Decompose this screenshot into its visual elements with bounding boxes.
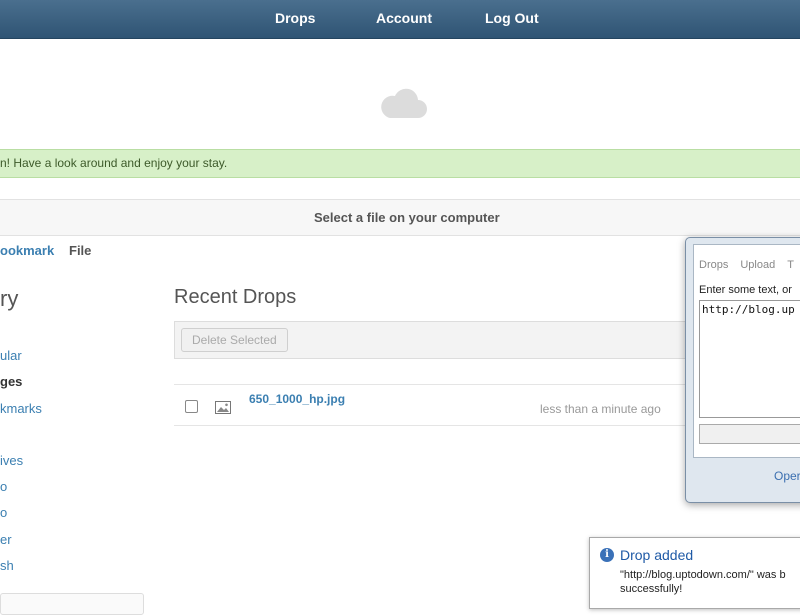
sidebar-item-video[interactable]: o <box>0 505 7 520</box>
welcome-text: n! Have a look around and enjoy your sta… <box>0 156 228 170</box>
sidebar-heading: ry <box>0 286 19 311</box>
row-checkbox[interactable] <box>185 400 198 413</box>
popup-submit-button[interactable] <box>699 424 800 444</box>
sidebar-item-images[interactable]: ges <box>0 374 22 389</box>
delete-selected-button[interactable]: Delete Selected <box>181 328 288 352</box>
table-row[interactable]: 650_1000_hp.jpg less than a minute ago <box>174 384 714 426</box>
drops-toolbar: Delete Selected <box>174 321 716 359</box>
sidebar-item-bookmarks[interactable]: kmarks <box>0 401 42 416</box>
info-icon: i <box>600 548 614 562</box>
file-select-prompt[interactable]: Select a file on your computer <box>314 210 500 225</box>
page-title: Recent Drops <box>174 286 297 308</box>
notification-title: Drop added <box>620 547 694 563</box>
tab-file[interactable]: File <box>69 243 91 258</box>
nav-account-link[interactable]: Account <box>376 10 432 26</box>
popup-tabs: Drops Upload T <box>699 259 800 271</box>
sidebar-item-archives[interactable]: ives <box>0 453 23 468</box>
image-icon <box>215 401 231 414</box>
drop-popup-window: Drops Upload T Enter some text, or Oper <box>685 237 800 503</box>
sidebar-item-popular[interactable]: ular <box>0 348 22 363</box>
drop-timestamp: less than a minute ago <box>540 402 661 416</box>
popup-text-input[interactable] <box>699 300 800 418</box>
nav-drops-link[interactable]: Drops <box>275 10 315 26</box>
popup-input-label: Enter some text, or <box>699 284 792 296</box>
cloud-icon <box>381 88 427 118</box>
drop-added-notification[interactable]: i Drop added "http://blog.uptodown.com/"… <box>589 537 800 609</box>
popup-tab-drops[interactable]: Drops <box>699 259 728 271</box>
welcome-banner: n! Have a look around and enjoy your sta… <box>0 149 800 178</box>
popup-open-link[interactable]: Oper <box>774 469 800 483</box>
popup-tab-text[interactable]: T <box>787 259 794 271</box>
popup-footer: Oper <box>686 460 800 500</box>
popup-tab-upload[interactable]: Upload <box>740 259 775 271</box>
notification-message: "http://blog.uptodown.com/" was b succes… <box>620 569 786 595</box>
top-navigation: Drops Account Log Out <box>0 0 800 39</box>
tab-bookmark[interactable]: ookmark <box>0 243 54 258</box>
sidebar-bottom-box[interactable] <box>0 593 144 615</box>
nav-logout-link[interactable]: Log Out <box>485 10 539 26</box>
sidebar-item-other[interactable]: er <box>0 532 12 547</box>
sidebar-item-trash[interactable]: sh <box>0 558 14 573</box>
drop-file-name[interactable]: 650_1000_hp.jpg <box>249 392 345 406</box>
sidebar-item-audio[interactable]: o <box>0 479 7 494</box>
file-select-bar[interactable]: Select a file on your computer <box>0 199 800 236</box>
